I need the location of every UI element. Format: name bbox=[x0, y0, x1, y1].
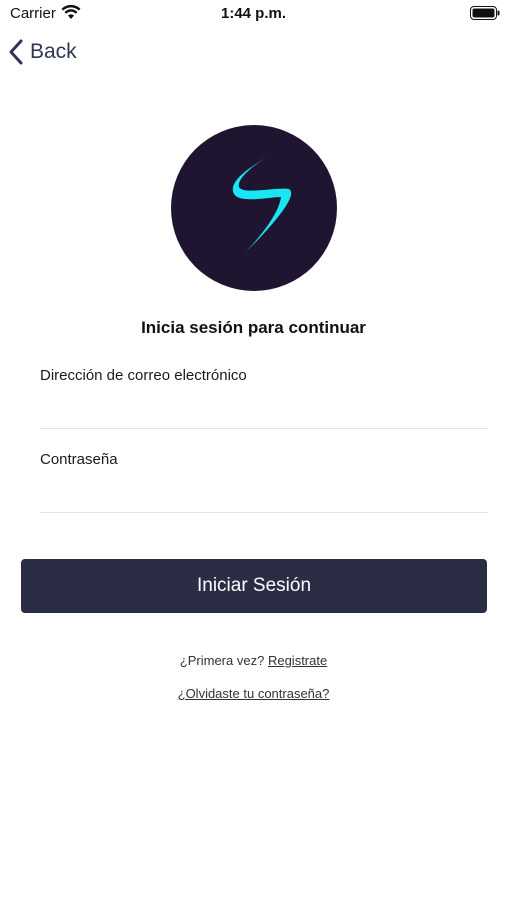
status-time: 1:44 p.m. bbox=[220, 5, 287, 22]
forgot-password-link[interactable]: ¿Olvidaste tu contraseña? bbox=[178, 686, 330, 701]
forgot-row: ¿Olvidaste tu contraseña? bbox=[0, 686, 507, 701]
back-label: Back bbox=[30, 40, 77, 63]
password-input[interactable] bbox=[40, 478, 488, 513]
back-button[interactable]: Back bbox=[8, 35, 77, 69]
status-bar: Carrier 1:44 p.m. bbox=[0, 0, 507, 28]
password-field-group: Contraseña bbox=[40, 451, 488, 513]
brand-s-logo bbox=[171, 125, 337, 291]
chevron-left-icon bbox=[9, 39, 23, 65]
page-title: Inicia sesión para continuar bbox=[141, 318, 366, 337]
battery-full-icon bbox=[470, 6, 500, 20]
login-button[interactable]: Iniciar Sesión bbox=[21, 559, 487, 613]
email-input[interactable] bbox=[40, 394, 488, 429]
email-field-group: Dirección de correo electrónico bbox=[40, 367, 488, 429]
register-link[interactable]: Registrate bbox=[268, 653, 327, 668]
first-time-row: ¿Primera vez? Registrate bbox=[0, 653, 507, 668]
email-label: Dirección de correo electrónico bbox=[40, 367, 247, 384]
password-label: Contraseña bbox=[40, 451, 118, 468]
first-time-text: ¿Primera vez? bbox=[179, 653, 265, 668]
